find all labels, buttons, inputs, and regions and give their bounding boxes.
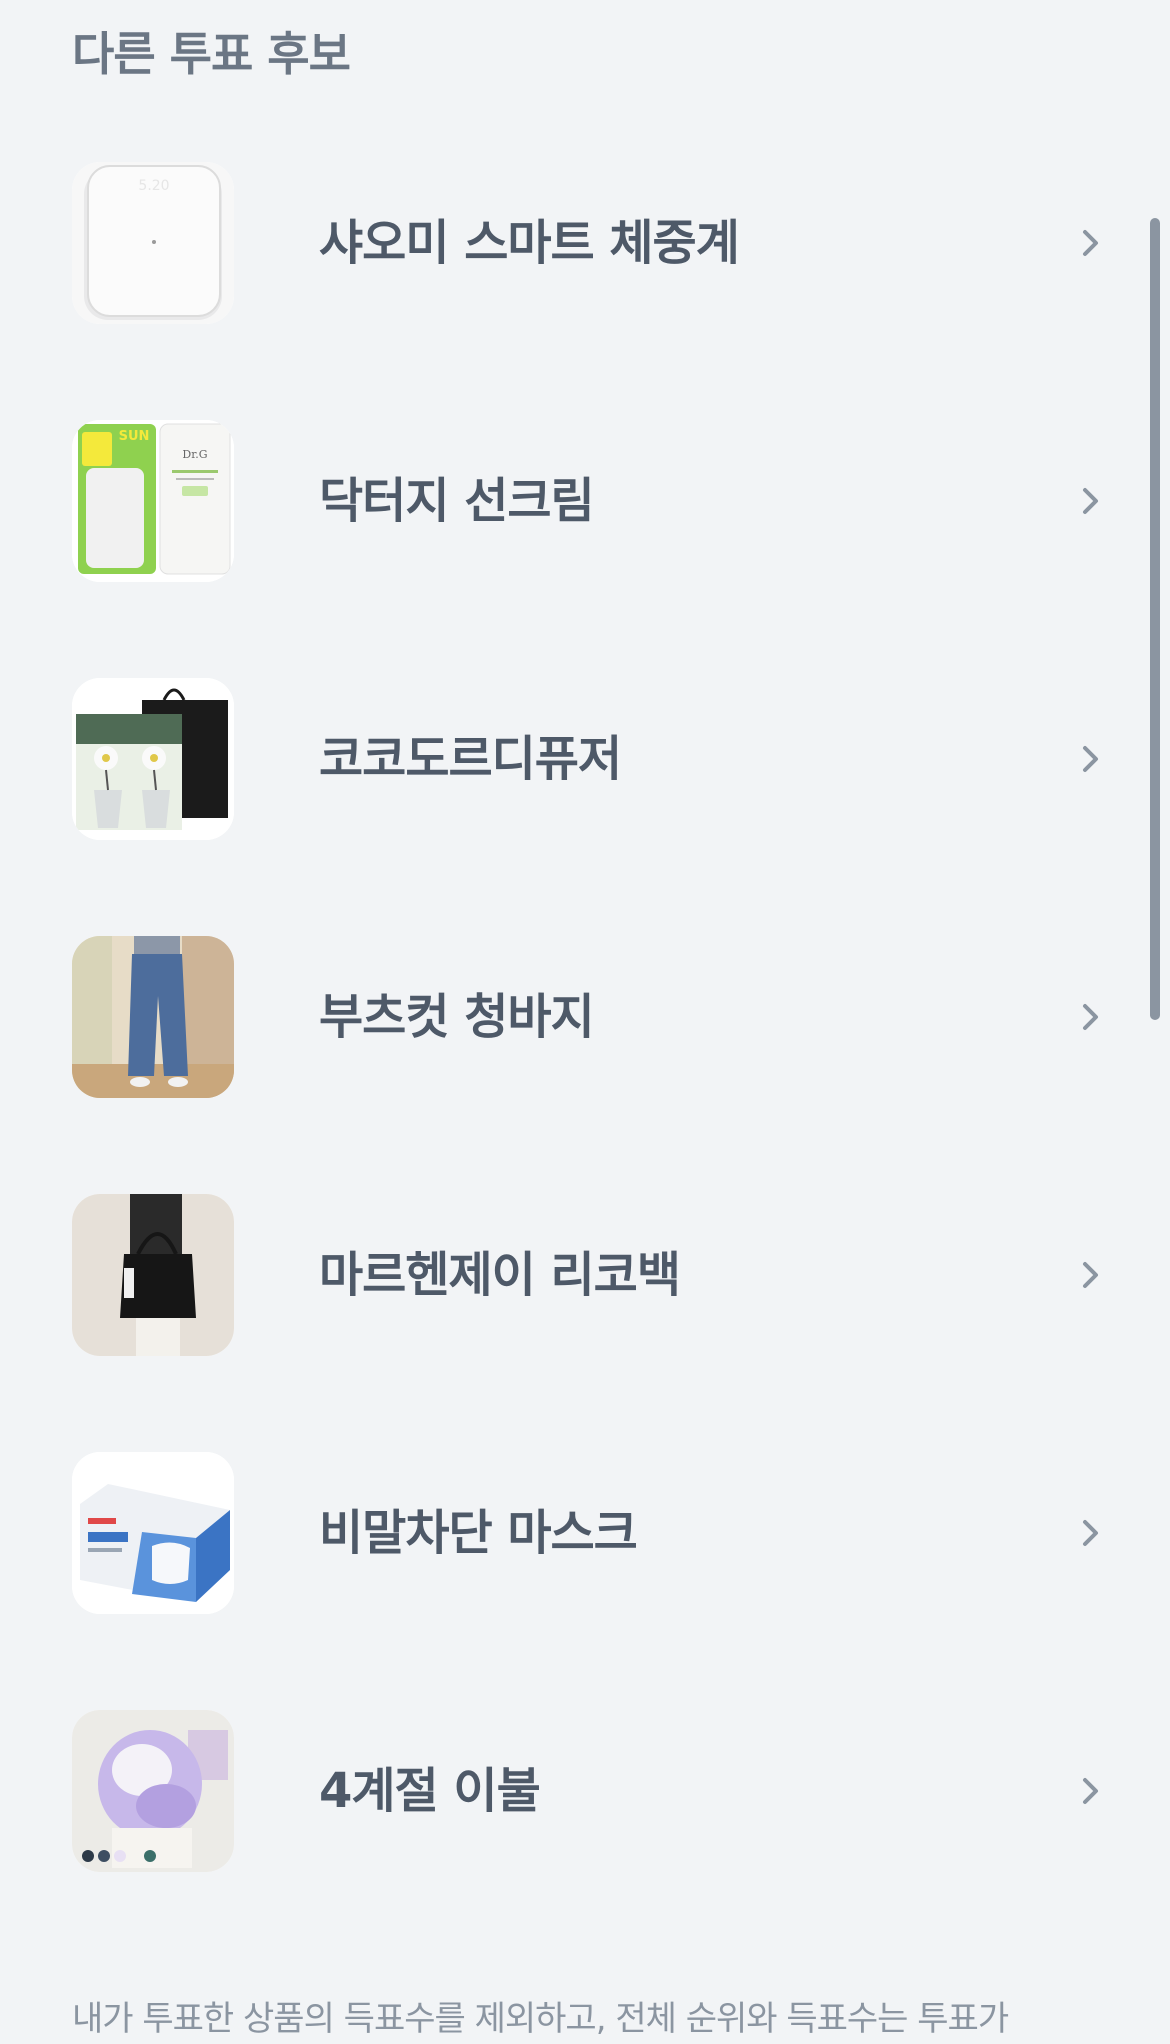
- candidate-item-sunscreen[interactable]: SUN Dr.G 닥터지 선크림: [72, 420, 1112, 582]
- svg-text:Dr.G: Dr.G: [182, 448, 207, 461]
- candidate-name: 코코도르디퓨저: [319, 731, 622, 787]
- candidate-name: 샤오미 스마트 체중계: [319, 215, 740, 271]
- candidate-item-scale[interactable]: 5.20 샤오미 스마트 체중계: [72, 162, 1112, 324]
- scale-image: 5.20: [72, 162, 234, 324]
- candidate-name: 닥터지 선크림: [319, 473, 595, 529]
- chevron-right-icon: [1070, 481, 1110, 521]
- product-thumbnail: 5.20: [72, 162, 234, 324]
- product-thumbnail: [72, 1710, 234, 1872]
- candidate-item-mask[interactable]: 비말차단 마스크: [72, 1452, 1112, 1614]
- blanket-image: [72, 1710, 234, 1872]
- candidate-item-jeans[interactable]: 부츠컷 청바지: [72, 936, 1112, 1098]
- product-thumbnail: [72, 1194, 234, 1356]
- sunscreen-image: SUN Dr.G: [72, 420, 234, 582]
- chevron-right-icon: [1070, 997, 1110, 1037]
- scrollbar[interactable]: [1150, 218, 1160, 1020]
- product-thumbnail: [72, 1452, 234, 1614]
- product-thumbnail: [72, 678, 234, 840]
- chevron-right-icon: [1070, 739, 1110, 779]
- candidate-name: 마르헨제이 리코백: [319, 1247, 681, 1303]
- footer-note: 내가 투표한 상품의 득표수를 제외하고, 전체 순위와 득표수는 투표가: [72, 1999, 1009, 2039]
- jeans-image: [72, 936, 234, 1098]
- mask-box-image: [72, 1452, 234, 1614]
- section-title: 다른 투표 후보: [72, 27, 351, 81]
- candidate-name: 비말차단 마스크: [319, 1505, 638, 1561]
- product-thumbnail: SUN Dr.G: [72, 420, 234, 582]
- candidate-name: 4계절 이불: [319, 1763, 541, 1819]
- product-thumbnail: [72, 936, 234, 1098]
- chevron-right-icon: [1070, 223, 1110, 263]
- chevron-right-icon: [1070, 1513, 1110, 1553]
- candidate-item-diffuser[interactable]: 코코도르디퓨저: [72, 678, 1112, 840]
- candidate-item-blanket[interactable]: 4계절 이불: [72, 1710, 1112, 1872]
- candidate-item-bag[interactable]: 마르헨제이 리코백: [72, 1194, 1112, 1356]
- svg-text:5.20: 5.20: [138, 178, 169, 194]
- diffuser-image: [72, 678, 234, 840]
- chevron-right-icon: [1070, 1255, 1110, 1295]
- svg-text:SUN: SUN: [119, 429, 150, 444]
- chevron-right-icon: [1070, 1771, 1110, 1811]
- candidate-name: 부츠컷 청바지: [319, 989, 595, 1045]
- bag-image: [72, 1194, 234, 1356]
